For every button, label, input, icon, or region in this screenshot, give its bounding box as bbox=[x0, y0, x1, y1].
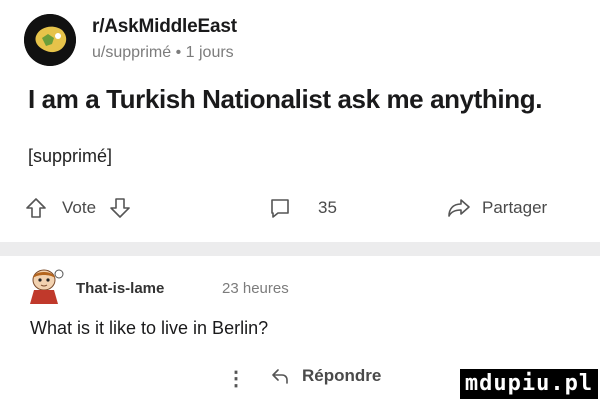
user-avatar[interactable] bbox=[24, 266, 68, 306]
reply-arrow-icon bbox=[270, 366, 290, 386]
vote-bar: Vote bbox=[24, 196, 132, 220]
post-meta: u/supprimé • 1 jours bbox=[92, 44, 234, 61]
post-body: [supprimé] bbox=[28, 146, 113, 166]
comment-author[interactable]: That-is-lame bbox=[76, 280, 164, 297]
share-button[interactable]: Partager bbox=[446, 196, 547, 220]
vote-label: Vote bbox=[62, 198, 97, 217]
more-options-button[interactable]: ⋮ bbox=[226, 366, 246, 391]
downvote-arrow-icon[interactable] bbox=[108, 196, 132, 220]
share-arrow-icon bbox=[446, 196, 472, 220]
community-logo-icon bbox=[24, 14, 76, 66]
comments-button[interactable]: 35 bbox=[268, 196, 337, 220]
user-avatar-icon bbox=[30, 269, 64, 304]
community-avatar[interactable] bbox=[24, 14, 76, 66]
upvote-arrow-icon[interactable] bbox=[24, 196, 48, 220]
comment-bubble-icon bbox=[268, 196, 292, 220]
comment-time: 23 heures bbox=[222, 280, 289, 297]
post-card: r/AskMiddleEast u/supprimé • 1 jours I a… bbox=[0, 0, 600, 242]
watermark-logo: mdupiu.pl bbox=[460, 369, 598, 399]
reply-label: Répondre bbox=[302, 366, 382, 385]
section-divider bbox=[0, 242, 600, 256]
comment-count: 35 bbox=[318, 198, 337, 217]
comment-text: What is it like to live in Berlin? bbox=[30, 318, 269, 338]
post-title[interactable]: I am a Turkish Nationalist ask me anythi… bbox=[28, 84, 542, 115]
reply-button[interactable]: Répondre bbox=[270, 366, 381, 386]
share-label: Partager bbox=[482, 198, 548, 217]
community-name[interactable]: r/AskMiddleEast bbox=[92, 16, 237, 38]
